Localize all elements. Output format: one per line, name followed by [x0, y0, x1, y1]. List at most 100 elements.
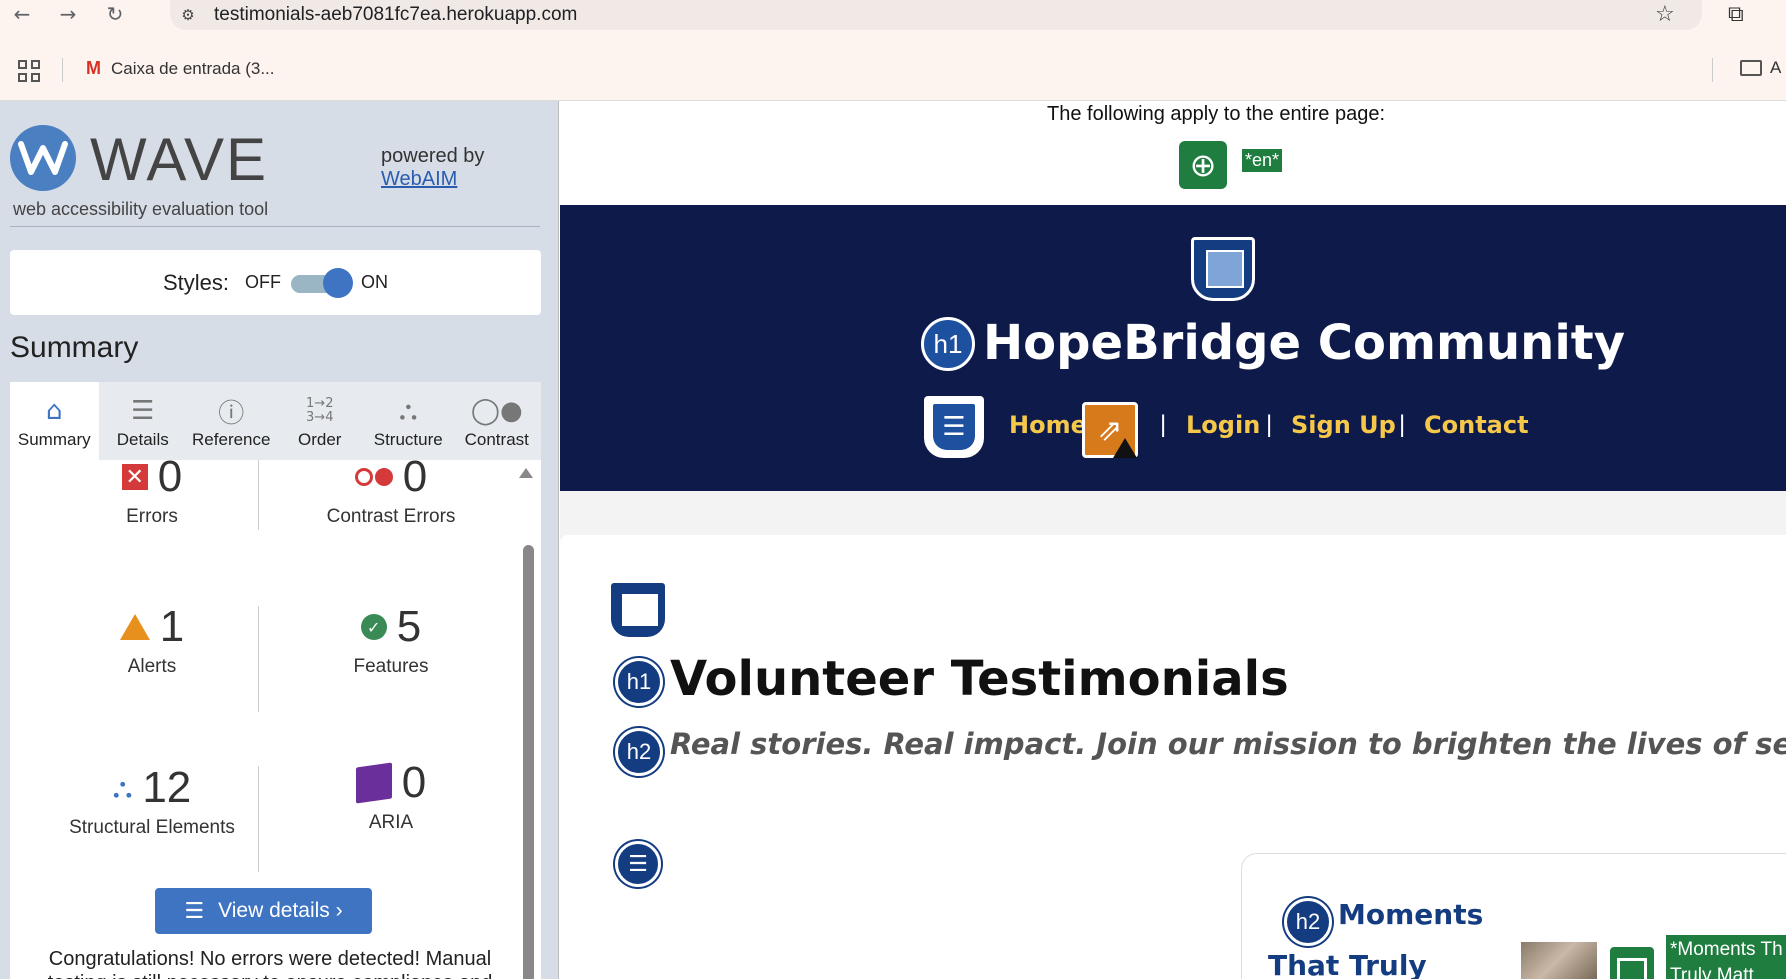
extensions-icon[interactable]: ⧉ — [1728, 2, 1744, 27]
tagline: Real stories. Real impact. Join our miss… — [670, 727, 1786, 761]
list-icon: ☰ — [184, 898, 205, 924]
bookmark-folder-label: A — [1770, 58, 1782, 77]
wave-subtitle: web accessibility evaluation tool — [13, 199, 269, 219]
contrast-errors-label: Contrast Errors — [326, 506, 456, 527]
bookmark-folder[interactable]: A — [1740, 58, 1781, 78]
structural-count: 12 — [142, 763, 192, 812]
styles-toggle[interactable] — [291, 267, 354, 298]
bookmark-gmail[interactable]: M Caixa de entrada (3... — [86, 58, 274, 79]
tab-contrast[interactable]: ◯● Contrast — [453, 382, 542, 460]
bookmark-divider-2 — [1712, 58, 1713, 82]
tab-details-label: Details — [116, 430, 169, 449]
wave-tabs: ⌂ Summary ☰ Details ⓘ Reference 1→2 3→4 O… — [10, 382, 541, 460]
main-content: h1 Volunteer Testimonials h2 Real storie… — [560, 535, 1786, 979]
feature-check-icon: ✓ — [360, 614, 387, 640]
tab-structure[interactable]: ⛬ Structure — [364, 382, 453, 460]
h1-icon[interactable]: h1 — [921, 317, 975, 371]
tab-summary-label: Summary — [17, 430, 91, 449]
main-landmark-icon[interactable] — [611, 583, 665, 637]
info-icon: ⓘ — [218, 398, 245, 429]
address-bar[interactable]: ⚙ testimonials-aeb7081fc7ea.herokuapp.co… — [170, 0, 1702, 30]
sidebar-divider — [10, 226, 540, 227]
alert-warning-icon — [1113, 438, 1137, 458]
alt-text-badge: *Moments Th Truly Matt — [1666, 935, 1786, 979]
forward-icon[interactable]: → — [54, 2, 82, 26]
image-alt-icon[interactable] — [1608, 945, 1656, 979]
site-info-icon[interactable]: ⚙ — [170, 6, 206, 24]
aria-count: 0 — [401, 758, 427, 807]
wave-title: WAVE — [90, 126, 269, 193]
navigation-landmark-icon[interactable]: ☰ — [924, 396, 984, 458]
tab-order[interactable]: 1→2 3→4 Order — [276, 382, 365, 460]
reload-icon[interactable]: ↻ — [101, 2, 129, 26]
unordered-list-icon[interactable]: ☰ — [615, 841, 661, 887]
summary-panel: ✕ 0 Errors 0 Contrast Errors 1 Alerts ✓ … — [10, 460, 541, 979]
toggle-off-label: OFF — [245, 272, 282, 292]
tab-details[interactable]: ☰ Details — [99, 382, 188, 460]
nav-home[interactable]: Home — [1009, 411, 1087, 439]
structure-tree-icon: ⛬ — [112, 771, 133, 804]
aria-stat[interactable]: 0 ARIA — [291, 758, 491, 834]
language-badge: *en* — [1242, 149, 1283, 172]
contrast-error-icon — [354, 468, 393, 486]
page-level-bar: The following apply to the entire page: … — [560, 101, 1786, 205]
nav-contact[interactable]: Contact — [1424, 411, 1529, 439]
tab-contrast-label: Contrast — [464, 430, 529, 449]
bookmark-gmail-label: Caixa de entrada (3... — [111, 58, 275, 78]
h2-icon[interactable]: h2 — [1284, 898, 1332, 946]
gmail-icon: M — [86, 58, 101, 78]
tab-order-label: Order — [298, 430, 342, 449]
powered-by-text: powered by — [381, 145, 485, 167]
structural-stat[interactable]: ⛬ 12 Structural Elements — [52, 763, 252, 839]
bookmark-star-icon[interactable]: ☆ — [1655, 2, 1675, 27]
home-icon: ⌂ — [45, 396, 63, 426]
header-landmark-icon[interactable] — [1191, 237, 1255, 301]
contrast-errors-stat[interactable]: 0 Contrast Errors — [291, 460, 491, 528]
contrast-icon: ◯● — [470, 396, 523, 426]
features-stat[interactable]: ✓ 5 Features — [291, 602, 491, 678]
stat-divider — [258, 766, 259, 872]
structural-label: Structural Elements — [69, 817, 235, 838]
toggle-on-label: ON — [361, 272, 389, 292]
view-details-label: View details › — [218, 899, 343, 922]
tab-structure-label: Structure — [373, 430, 443, 449]
list-icon: ☰ — [131, 396, 155, 426]
nav-signup[interactable]: Sign Up — [1291, 411, 1396, 439]
h2-icon[interactable]: h2 — [615, 728, 663, 776]
webaim-link[interactable]: WebAIM — [381, 168, 457, 190]
stat-divider — [258, 460, 259, 530]
back-icon[interactable]: ← — [8, 2, 36, 26]
powered-by: powered by WebAIM — [381, 145, 484, 191]
styles-toggle-box: Styles: OFF ON — [10, 250, 541, 315]
view-details-button[interactable]: ☰ View details › — [155, 888, 372, 934]
styles-label: Styles: — [162, 269, 230, 295]
alerts-stat[interactable]: 1 Alerts — [52, 602, 252, 678]
alert-icon — [119, 614, 150, 640]
url-text: testimonials-aeb7081fc7ea.herokuapp.com — [214, 4, 578, 25]
alerts-count: 1 — [159, 602, 185, 651]
nav-separator: | — [1160, 411, 1167, 438]
card-title: Moments — [1338, 898, 1484, 931]
apps-grid-icon[interactable] — [18, 60, 40, 82]
site-header: h1 HopeBridge Community ☰ Home ⇗ | Login… — [560, 205, 1786, 491]
aria-cube-icon — [355, 762, 392, 804]
nav-separator: | — [1266, 411, 1273, 438]
tab-reference[interactable]: ⓘ Reference — [187, 382, 276, 460]
language-globe-icon[interactable]: ⊕ — [1179, 141, 1227, 189]
tab-summary[interactable]: ⌂ Summary — [10, 382, 99, 460]
scrollbar-thumb[interactable] — [523, 545, 534, 979]
errors-count: 0 — [157, 460, 183, 501]
bookmarks-bar: M Caixa de entrada (3... A — [0, 52, 1786, 88]
stat-divider — [258, 606, 259, 712]
testimonial-photo — [1521, 942, 1597, 979]
aria-label: ARIA — [368, 812, 414, 833]
features-label: Features — [353, 656, 429, 677]
wave-logo-icon — [10, 125, 76, 191]
errors-stat[interactable]: ✕ 0 Errors — [52, 460, 252, 528]
nav-login[interactable]: Login — [1186, 411, 1260, 439]
scroll-up-arrow[interactable] — [519, 468, 533, 478]
h1-icon[interactable]: h1 — [615, 658, 663, 706]
tab-reference-label: Reference — [192, 430, 271, 449]
page-viewport: The following apply to the entire page: … — [560, 101, 1786, 979]
wave-sidebar: WAVE web accessibility evaluation tool p… — [0, 101, 559, 979]
